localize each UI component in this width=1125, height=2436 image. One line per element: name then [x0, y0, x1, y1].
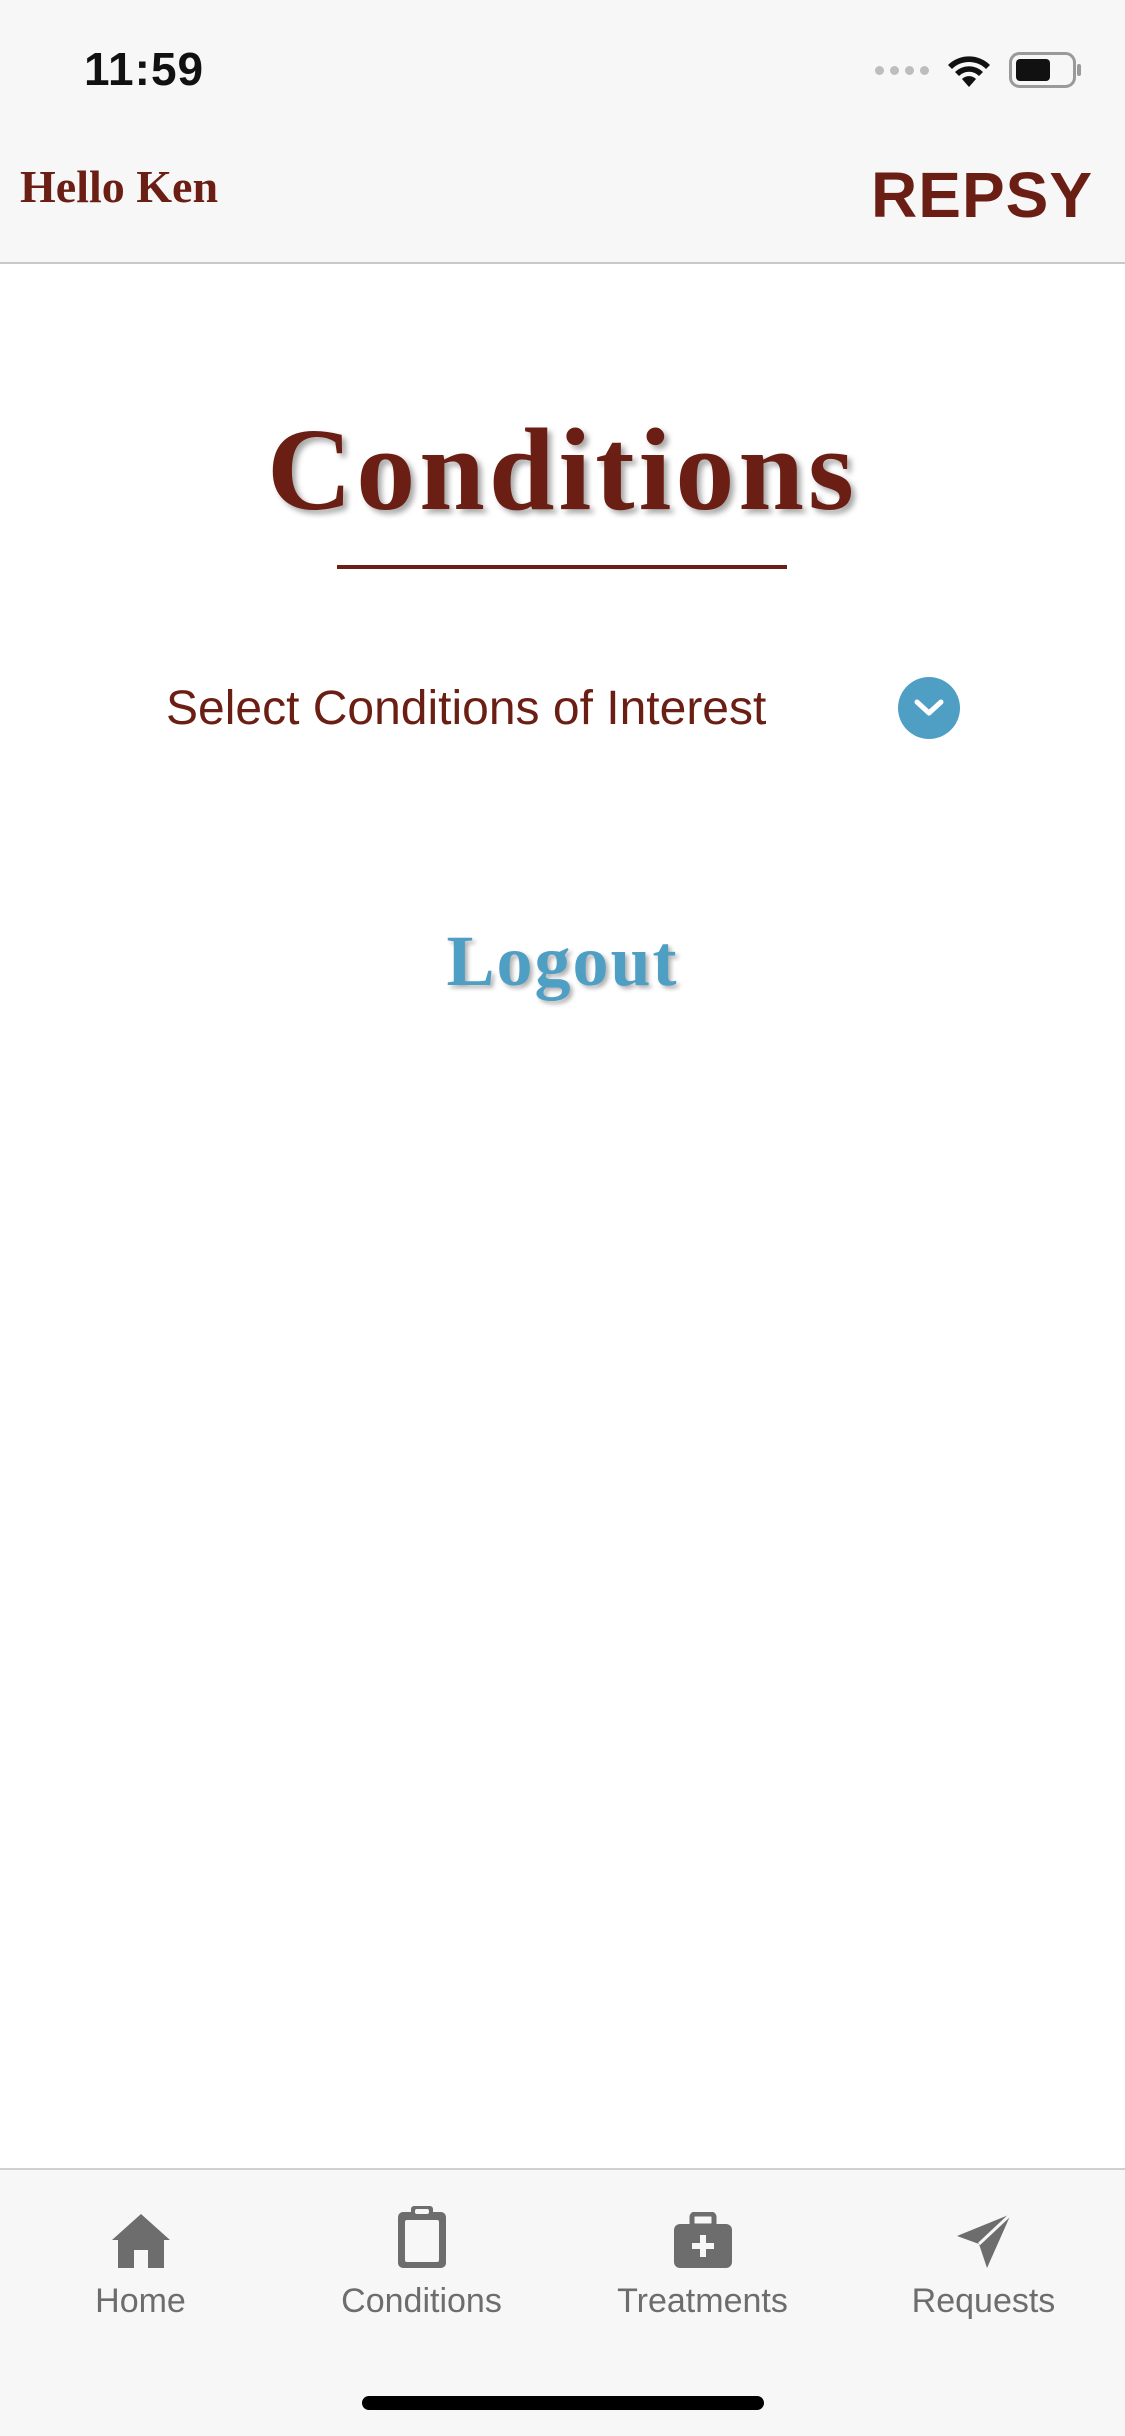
tab-conditions[interactable]: Conditions: [281, 2194, 562, 2321]
screen: 11:59 Hello Ken REPSY Conditions Select …: [0, 0, 1125, 2436]
status-icons: [875, 48, 1083, 92]
wifi-icon: [947, 53, 991, 87]
brand-logo-text: REPSY: [871, 159, 1093, 231]
tab-requests[interactable]: Requests: [843, 2194, 1124, 2321]
page-title: Conditions: [267, 404, 858, 535]
home-icon: [0, 2194, 281, 2270]
tab-requests-label: Requests: [911, 2282, 1056, 2320]
logout-button[interactable]: Logout: [0, 920, 1125, 1003]
clipboard-icon: [281, 2194, 562, 2270]
conditions-dropdown-label: Select Conditions of Interest: [166, 681, 767, 735]
status-time: 11:59: [84, 43, 205, 95]
home-indicator[interactable]: [362, 2396, 764, 2410]
cellular-signal-icon: [875, 65, 929, 75]
conditions-dropdown[interactable]: Select Conditions of Interest: [166, 668, 966, 748]
tab-treatments[interactable]: Treatments: [562, 2194, 843, 2321]
tab-home[interactable]: Home: [0, 2194, 281, 2321]
title-underline: [337, 565, 787, 569]
tab-treatments-label: Treatments: [617, 2282, 788, 2320]
send-icon: [843, 2194, 1124, 2270]
tab-home-label: Home: [95, 2282, 186, 2320]
top-bar: 11:59 Hello Ken REPSY: [0, 0, 1125, 264]
tab-conditions-label: Conditions: [341, 2282, 502, 2320]
medkit-icon: [562, 2194, 843, 2270]
battery-icon: [1009, 52, 1083, 88]
chevron-down-icon[interactable]: [898, 677, 960, 739]
greeting-text: Hello Ken: [20, 161, 219, 212]
